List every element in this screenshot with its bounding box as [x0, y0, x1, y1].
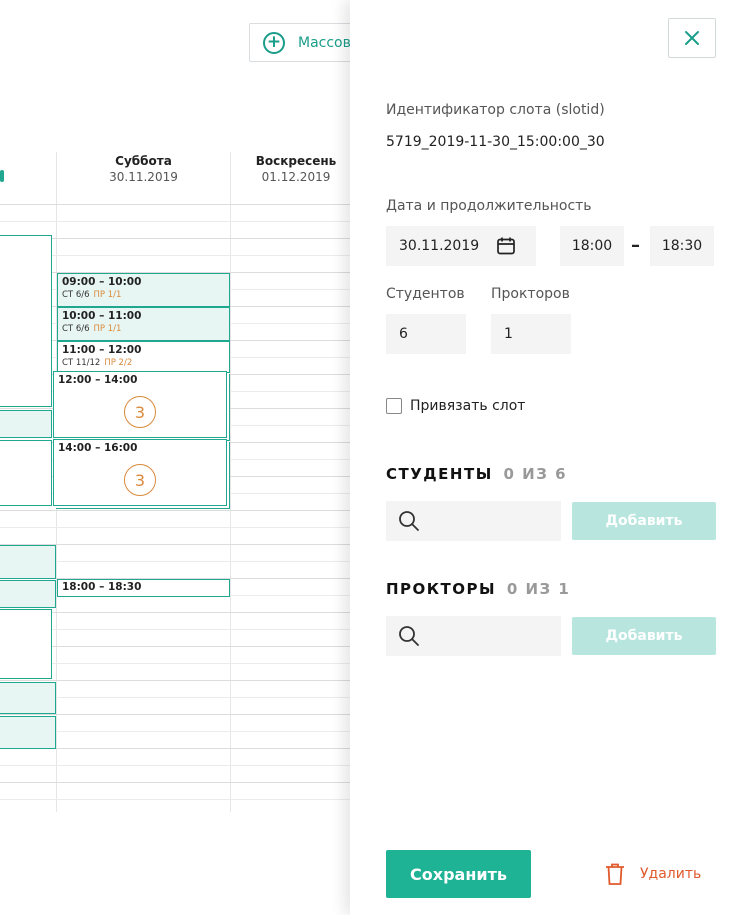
date-value: 30.11.2019 — [399, 238, 480, 254]
close-icon — [685, 31, 699, 45]
grid-line — [0, 629, 350, 630]
day-header-sunday: Воскресень 01.12.2019 — [231, 152, 361, 204]
event-block[interactable] — [0, 545, 56, 579]
calendar-slot[interactable]: 18:00 – 18:30 — [57, 579, 230, 597]
grid-line — [0, 782, 350, 783]
slot-id-value: 5719_2019-11-30_15:00:00_30 — [386, 134, 605, 150]
slot-meta: СТ 6/6 ПР 1/1 — [62, 324, 225, 334]
group-time: 14:00 – 16:00 — [58, 442, 138, 454]
group-time: 12:00 – 14:00 — [58, 374, 138, 386]
students-section-title: СТУДЕНТЫ 0 ИЗ 6 — [386, 465, 567, 483]
students-count-value: 6 — [399, 326, 408, 342]
students-section-count: 0 ИЗ 6 — [503, 465, 568, 483]
day-name: Воскресень — [255, 154, 337, 168]
proctors-section-count: 0 ИЗ 1 — [506, 580, 571, 598]
grid-line — [0, 799, 350, 800]
event-block[interactable] — [0, 580, 56, 608]
day-name: Суббота — [115, 154, 172, 168]
grid-line — [0, 765, 350, 766]
bind-slot-checkbox[interactable] — [386, 398, 402, 414]
grid-line — [0, 612, 350, 613]
slot-group[interactable]: 14:00 – 16:00 3 — [53, 439, 227, 506]
students-section-heading: СТУДЕНТЫ — [386, 465, 493, 483]
grid-line — [0, 646, 350, 647]
day-header-saturday: Суббота 30.11.2019 — [57, 152, 230, 204]
grid-line — [0, 238, 350, 239]
date-field[interactable]: 30.11.2019 — [386, 226, 536, 266]
time-start-field[interactable]: 18:00 — [560, 226, 624, 266]
plus-circle-icon: + — [263, 31, 285, 54]
students-count-field[interactable]: 6 — [386, 314, 466, 354]
time-end-value: 18:30 — [661, 238, 703, 254]
proctors-search-input[interactable] — [386, 616, 561, 656]
day-date: 01.12.2019 — [261, 170, 331, 184]
grid-line — [0, 255, 350, 256]
slot-time: 09:00 – 10:00 — [62, 276, 142, 288]
close-button[interactable] — [668, 18, 716, 58]
date-duration-label: Дата и продолжительность — [386, 198, 592, 214]
event-block[interactable] — [0, 609, 52, 679]
grid-line — [0, 510, 350, 511]
students-count-label: Студентов — [386, 286, 465, 302]
slot-students: СТ 6/6 — [62, 324, 90, 334]
event-block[interactable] — [0, 440, 52, 506]
add-proctor-button[interactable]: Добавить — [572, 617, 716, 655]
search-icon — [399, 626, 419, 646]
grid-line — [0, 663, 350, 664]
slot-time: 18:00 – 18:30 — [62, 581, 142, 593]
slot-time: 10:00 – 11:00 — [62, 310, 142, 322]
app-screen: + Массов Суббота 30.11.2019 Воскресень 0… — [0, 0, 734, 915]
slot-students: СТ 6/6 — [62, 290, 90, 300]
calendar-slot[interactable]: 10:00 – 11:00 СТ 6/6 ПР 1/1 — [57, 307, 230, 341]
event-block[interactable] — [0, 235, 52, 407]
bulk-add-label: Массов — [298, 34, 351, 51]
calendar-icon — [497, 237, 515, 255]
proctors-count-field[interactable]: 1 — [491, 314, 571, 354]
proctors-count-label: Прокторов — [491, 286, 570, 302]
bind-slot-label: Привязать слот — [410, 398, 526, 414]
slot-time: 11:00 – 12:00 — [62, 344, 142, 356]
column-divider — [230, 152, 231, 812]
students-search-input[interactable] — [386, 501, 561, 541]
save-button[interactable]: Сохранить — [386, 850, 531, 898]
grid-line — [0, 527, 350, 528]
today-marker — [0, 170, 4, 182]
delete-label: Удалить — [640, 866, 702, 882]
delete-button[interactable]: Удалить — [604, 860, 701, 888]
time-start-value: 18:00 — [571, 238, 613, 254]
slot-id-label: Идентификатор слота (slotid) — [386, 102, 605, 118]
slot-edit-panel: Идентификатор слота (slotid) 5719_2019-1… — [350, 0, 734, 915]
slot-group[interactable]: 12:00 – 14:00 3 — [53, 371, 227, 438]
event-block[interactable] — [0, 716, 56, 749]
calendar-slot[interactable]: 09:00 – 10:00 СТ 6/6 ПР 1/1 — [57, 273, 230, 307]
proctors-section-title: ПРОКТОРЫ 0 ИЗ 1 — [386, 580, 570, 598]
grid-line — [0, 714, 350, 715]
slot-proctors: ПР 1/1 — [93, 290, 122, 300]
calendar-slot[interactable]: 11:00 – 12:00 СТ 11/12 ПР 2/2 — [57, 341, 230, 373]
proctors-section-heading: ПРОКТОРЫ — [386, 580, 497, 598]
event-block[interactable] — [0, 410, 52, 438]
time-separator: – — [631, 235, 640, 256]
slot-students: СТ 11/12 — [62, 358, 101, 368]
search-icon — [399, 511, 419, 531]
add-student-button[interactable]: Добавить — [572, 502, 716, 540]
time-end-field[interactable]: 18:30 — [650, 226, 714, 266]
grid-line — [0, 204, 350, 205]
grid-line — [0, 221, 350, 222]
trash-icon — [606, 863, 624, 885]
slot-meta: СТ 6/6 ПР 1/1 — [62, 290, 225, 300]
slot-proctors: ПР 1/1 — [93, 324, 122, 334]
slot-meta: СТ 11/12 ПР 2/2 — [62, 358, 225, 368]
group-count-badge: 3 — [124, 396, 156, 428]
day-date: 30.11.2019 — [109, 170, 178, 184]
slot-proctors: ПР 2/2 — [104, 358, 133, 368]
event-block[interactable] — [0, 682, 56, 714]
grid-line — [0, 680, 350, 681]
group-count-badge: 3 — [124, 464, 156, 496]
proctors-count-value: 1 — [504, 326, 513, 342]
